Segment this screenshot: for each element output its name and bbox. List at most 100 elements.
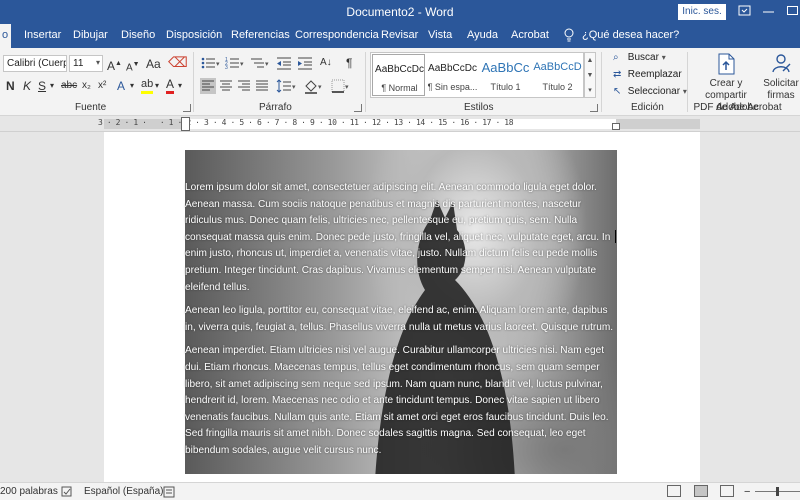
horizontal-ruler[interactable]: 3 · 2 · 1 · · 1 · 2 · 3 · 4 · 5 · 6 · 7 … <box>0 116 800 132</box>
tab-disposicion[interactable]: Disposición <box>166 29 222 41</box>
zoom-slider-thumb[interactable] <box>776 487 779 496</box>
read-mode-icon[interactable] <box>667 485 681 497</box>
superscript-button[interactable]: x² <box>98 78 106 94</box>
show-formatting-button[interactable]: ¶ <box>346 55 352 71</box>
shrink-font-label: A <box>126 62 133 74</box>
font-name-select[interactable]: Calibri (Cuerpo <box>3 55 67 72</box>
align-center-icon[interactable] <box>218 78 234 98</box>
group-divider <box>687 52 688 112</box>
tab-vista[interactable]: Vista <box>428 29 452 41</box>
style-preview: AaBbCcDc <box>428 63 477 74</box>
language-status[interactable]: Español (España) <box>84 486 164 497</box>
font-size-select[interactable]: 11 ▾ <box>69 55 103 72</box>
ribbon-display-options-icon[interactable] <box>738 3 752 19</box>
macro-record-icon[interactable] <box>163 486 175 500</box>
font-color-button[interactable]: A <box>166 78 175 94</box>
style-heading-1[interactable]: AaBbCc Título 1 <box>479 54 532 96</box>
signature-person-icon <box>762 52 800 78</box>
right-indent-marker[interactable] <box>612 123 620 130</box>
restore-icon[interactable] <box>786 3 800 19</box>
change-case-button[interactable]: Aa <box>146 56 161 72</box>
document-page[interactable]: Lorem ipsum dolor sit amet, consectetuer… <box>104 132 700 482</box>
paragraph-dialog-launcher-icon[interactable] <box>354 104 362 112</box>
proofing-icon[interactable] <box>61 486 73 500</box>
web-layout-icon[interactable] <box>720 485 734 497</box>
style-heading-2[interactable]: AaBbCcD Título 2 <box>531 54 584 96</box>
svg-text:▾: ▾ <box>345 84 349 91</box>
tab-inicio[interactable]: o <box>0 24 12 48</box>
left-indent-marker[interactable] <box>181 117 190 131</box>
change-case-label: Aa <box>146 57 161 71</box>
sign-in-button[interactable]: Inic. ses. <box>678 4 726 20</box>
sort-icon[interactable]: A↓ <box>320 55 332 71</box>
bold-button[interactable]: N <box>6 78 15 94</box>
increase-indent-icon[interactable] <box>297 56 313 74</box>
font-size-value: 11 <box>73 58 84 69</box>
style-no-spacing[interactable]: AaBbCcDc ¶ Sin espa... <box>426 54 479 96</box>
text-effects-dropdown-icon[interactable]: ▾ <box>130 78 134 94</box>
search-icon: ⌕ <box>613 52 619 63</box>
underline-button[interactable]: S <box>38 78 46 94</box>
word-count[interactable]: 200 palabras <box>0 486 58 497</box>
underline-dropdown-icon[interactable]: ▾ <box>50 78 54 94</box>
justify-icon[interactable] <box>254 78 270 98</box>
print-layout-icon[interactable] <box>694 485 708 497</box>
replace-button[interactable]: ⇄ Reemplazar <box>613 69 682 80</box>
tab-ayuda[interactable]: Ayuda <box>467 29 498 41</box>
highlight-button[interactable]: ab <box>141 78 154 94</box>
group-divider <box>365 52 366 112</box>
italic-button[interactable]: K <box>23 78 31 94</box>
font-color-dropdown-icon[interactable]: ▾ <box>178 78 182 94</box>
tab-dibujar[interactable]: Dibujar <box>73 29 108 41</box>
shading-icon[interactable]: ▾ <box>303 78 325 98</box>
ribbon-tabs: o Insertar Dibujar Diseño Disposición Re… <box>0 24 800 48</box>
numbering-icon[interactable]: 1 2 3 ▾ <box>225 56 245 74</box>
style-preview: AaBbCcDc <box>375 64 424 75</box>
align-left-icon[interactable] <box>200 78 216 94</box>
clear-formatting-icon[interactable]: ⌫ <box>168 54 188 70</box>
font-dialog-launcher-icon[interactable] <box>183 104 191 112</box>
strikethrough-button[interactable]: abc <box>61 78 77 94</box>
borders-icon[interactable]: ▾ <box>330 78 352 98</box>
minimize-icon[interactable] <box>762 3 776 19</box>
tab-referencias[interactable]: Referencias <box>231 29 290 41</box>
tab-correspondencia[interactable]: Correspondencia <box>295 29 379 41</box>
align-right-icon[interactable] <box>236 78 252 98</box>
more-styles-icon[interactable]: ▾ <box>585 83 595 98</box>
style-name: ¶ Sin espa... <box>427 82 478 92</box>
paragraph[interactable]: Aenean imperdiet. Etiam ultricies nisi v… <box>185 343 617 459</box>
shrink-font-button[interactable]: A▼ <box>126 57 140 76</box>
decrease-indent-icon[interactable] <box>276 56 292 74</box>
style-normal[interactable]: AaBbCcDc ¶ Normal <box>372 54 425 96</box>
svg-text:▾: ▾ <box>216 61 220 68</box>
tab-insertar[interactable]: Insertar <box>24 29 61 41</box>
highlight-dropdown-icon[interactable]: ▾ <box>155 78 159 94</box>
bullets-icon[interactable]: ▾ <box>201 56 221 74</box>
tab-revisar[interactable]: Revisar <box>381 29 418 41</box>
select-button[interactable]: ↖ Seleccionar ▾ <box>613 86 687 97</box>
find-button[interactable]: ⌕ Buscar ▾ <box>613 52 666 63</box>
grow-font-button[interactable]: A▲ <box>107 56 122 74</box>
chevron-up-icon[interactable]: ▲ <box>585 53 595 68</box>
status-bar: 200 palabras Español (España) − <box>0 482 800 500</box>
request-signatures-button[interactable]: Solicitar firmas <box>762 52 800 102</box>
styles-dialog-launcher-icon[interactable] <box>590 104 598 112</box>
style-name: Título 1 <box>490 82 521 92</box>
multilevel-list-icon[interactable]: ▾ <box>250 56 270 74</box>
font-name-value: Calibri (Cuerpo <box>7 58 66 69</box>
style-name: Título 2 <box>542 82 573 92</box>
line-spacing-icon[interactable]: ▾ <box>276 78 296 98</box>
paragraph[interactable]: Lorem ipsum dolor sit amet, consectetuer… <box>185 180 617 296</box>
tab-diseno[interactable]: Diseño <box>121 29 155 41</box>
styles-scroll[interactable]: ▲ ▼ ▾ <box>584 52 596 98</box>
tab-acrobat[interactable]: Acrobat <box>511 29 549 41</box>
subscript-button[interactable]: x₂ <box>82 78 91 94</box>
ruler-numbers: 3 · 2 · 1 · · 1 · 2 · 3 · 4 · 5 · 6 · 7 … <box>98 118 514 127</box>
zoom-out-button[interactable]: − <box>744 486 750 498</box>
tell-me-search[interactable]: ¿Qué desea hacer? <box>582 29 679 41</box>
paragraph[interactable]: Aenean leo ligula, porttitor eu, consequ… <box>185 303 617 336</box>
text-effects-button[interactable]: A <box>117 78 125 94</box>
document-area[interactable]: Lorem ipsum dolor sit amet, consectetuer… <box>0 132 800 482</box>
document-body[interactable]: Lorem ipsum dolor sit amet, consectetuer… <box>185 180 617 467</box>
chevron-down-icon[interactable]: ▼ <box>585 68 595 83</box>
